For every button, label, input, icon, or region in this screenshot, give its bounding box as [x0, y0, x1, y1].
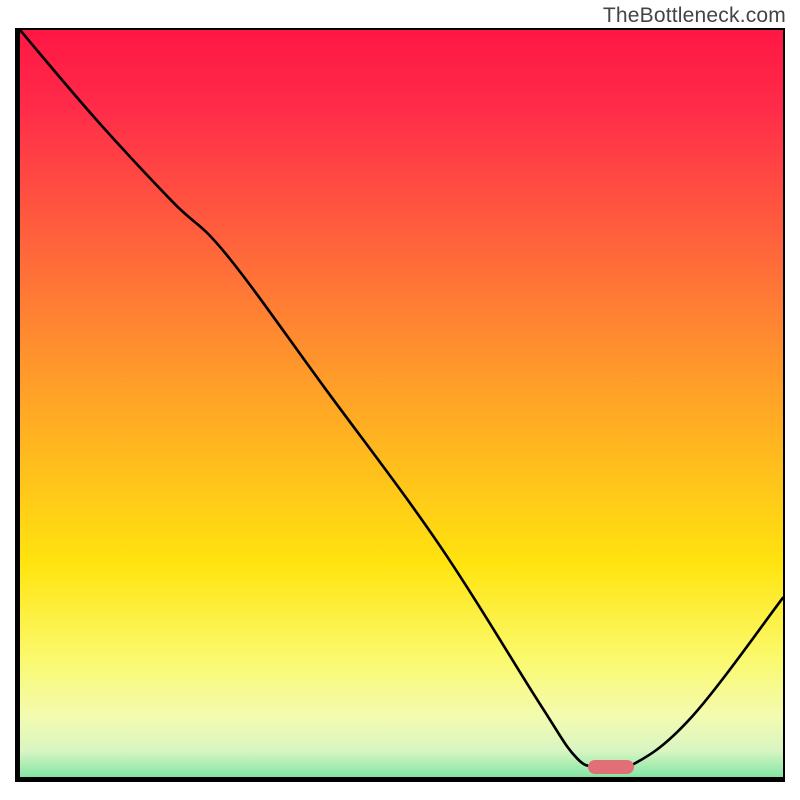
chart-container: TheBottleneck.com	[0, 0, 800, 800]
highlight-marker	[588, 760, 634, 774]
plot-area	[15, 28, 785, 782]
bottleneck-curve	[20, 30, 783, 770]
watermark-text: TheBottleneck.com	[603, 4, 786, 28]
curve-layer	[20, 30, 783, 777]
